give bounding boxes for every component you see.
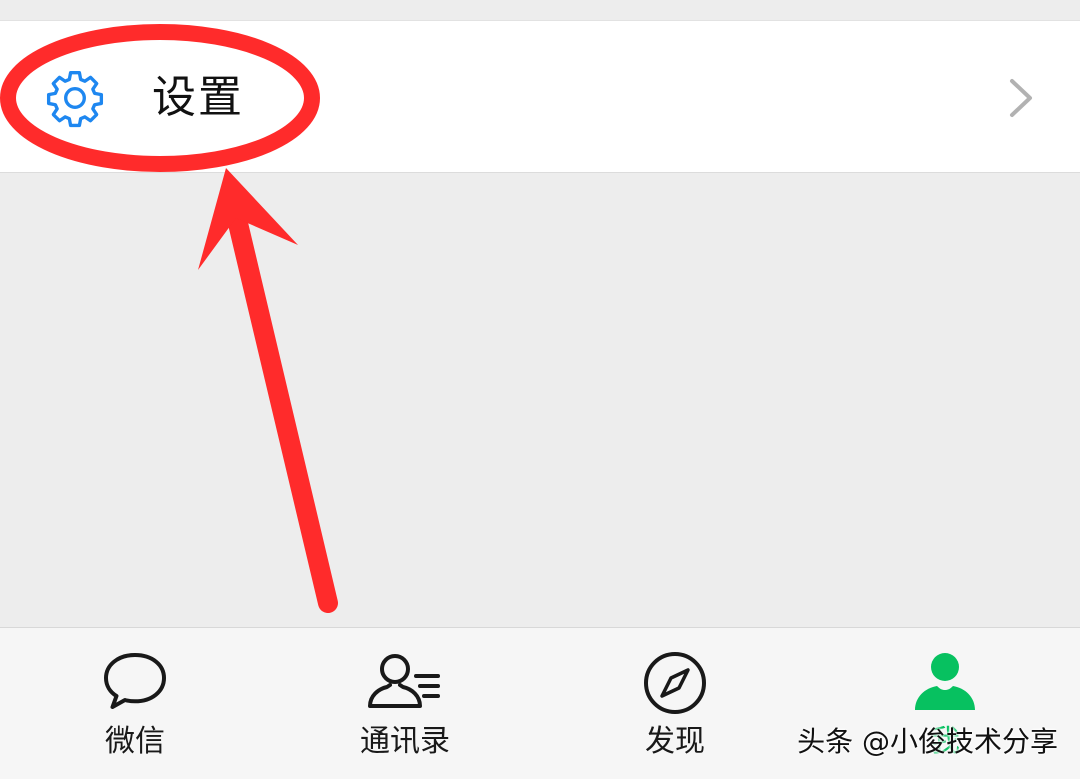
- top-spacer: [0, 0, 1080, 21]
- tab-contacts-label: 通讯录: [360, 724, 450, 759]
- tab-chats[interactable]: 微信: [35, 628, 235, 779]
- tab-chats-label: 微信: [105, 724, 165, 759]
- chat-bubble-icon: [104, 653, 166, 709]
- watermark: 头条 @小俊技术分享: [797, 725, 1058, 758]
- tab-discover-label: 发现: [645, 724, 705, 759]
- settings-label: 设置: [152, 72, 244, 123]
- compass-icon: [644, 652, 706, 714]
- contacts-icon: [368, 654, 440, 708]
- person-icon: [915, 653, 975, 710]
- tab-discover[interactable]: 发现: [575, 628, 775, 779]
- tab-contacts[interactable]: 通讯录: [305, 628, 505, 779]
- gear-icon: [46, 71, 104, 128]
- chevron-right-icon: [1010, 79, 1032, 117]
- settings-row[interactable]: 设置: [0, 21, 1080, 173]
- annotation-arrow-shaft: [226, 205, 338, 613]
- annotation-arrow-head: [198, 168, 298, 270]
